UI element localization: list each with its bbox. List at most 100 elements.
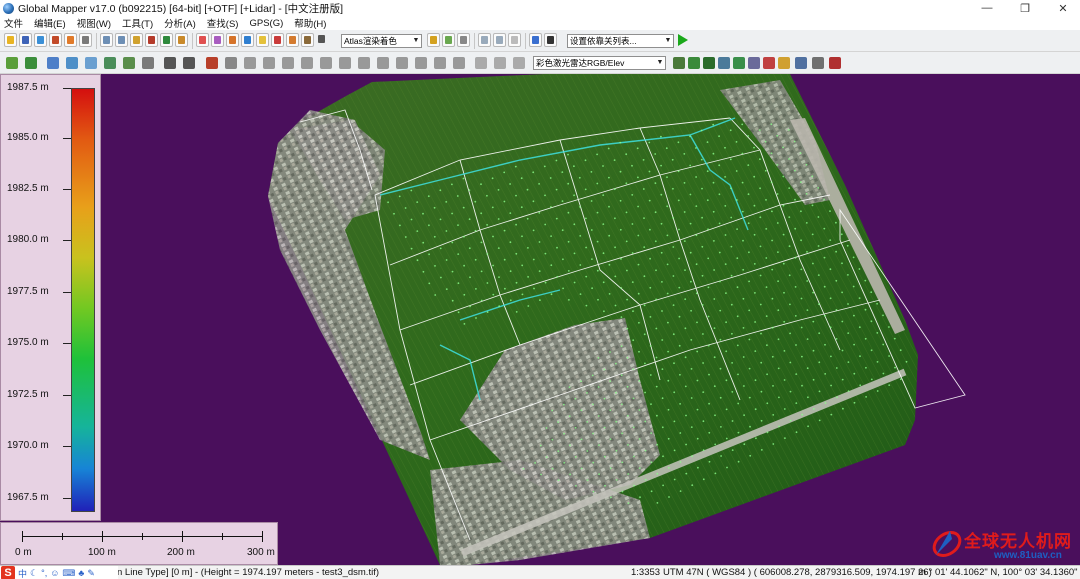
- zoom-in-icon[interactable]: [100, 33, 113, 47]
- crop-icon[interactable]: [337, 55, 353, 71]
- ime-skin-icon[interactable]: ♣: [78, 568, 84, 578]
- sogou-icon[interactable]: S: [1, 566, 15, 579]
- gps-target-icon[interactable]: [529, 33, 542, 47]
- survey-point: [748, 251, 750, 254]
- survey-point: [462, 206, 465, 209]
- create-rect-icon[interactable]: [102, 55, 118, 71]
- vertex-icon[interactable]: [261, 55, 277, 71]
- shader-select-value: Atlas渲染着色: [344, 36, 397, 46]
- lidar-filter-icon[interactable]: [671, 55, 687, 71]
- snap-icon[interactable]: [242, 55, 258, 71]
- menu-help[interactable]: 帮助(H): [294, 16, 326, 30]
- create-circle-icon[interactable]: [83, 55, 99, 71]
- home-icon[interactable]: [145, 33, 158, 47]
- join-icon[interactable]: [223, 55, 239, 71]
- scale-tick: [222, 533, 223, 540]
- diamond-icon[interactable]: [140, 55, 156, 71]
- create-arc-icon[interactable]: [121, 55, 137, 71]
- ime-keyboard-icon[interactable]: ⌨: [62, 568, 75, 579]
- create-line-icon[interactable]: [45, 55, 61, 71]
- buffer-icon[interactable]: [318, 55, 334, 71]
- lidar-tree-icon[interactable]: [731, 55, 747, 71]
- lidar-profile-icon[interactable]: [776, 55, 792, 71]
- split-icon[interactable]: [204, 55, 220, 71]
- survey-point: [649, 257, 651, 260]
- refresh-icon[interactable]: [160, 33, 173, 47]
- survey-point: [713, 269, 715, 271]
- minimize-button[interactable]: —: [970, 0, 1004, 16]
- lidar-grid-icon[interactable]: [793, 55, 809, 71]
- close-button[interactable]: ✕: [1046, 0, 1080, 16]
- history-icon[interactable]: [511, 55, 527, 71]
- map-view[interactable]: [0, 74, 1080, 565]
- zoom-out-icon[interactable]: [115, 33, 128, 47]
- difference-icon[interactable]: [394, 55, 410, 71]
- maximize-button[interactable]: ❐: [1008, 0, 1042, 16]
- union-icon[interactable]: [356, 55, 372, 71]
- draw-icon[interactable]: [286, 33, 299, 47]
- globe-data-icon[interactable]: [34, 33, 47, 47]
- view-shed-icon[interactable]: [271, 33, 284, 47]
- feature-info-icon[interactable]: [256, 33, 269, 47]
- shader-options-icon[interactable]: [427, 33, 440, 47]
- select-icon[interactable]: [196, 33, 209, 47]
- menu-edit[interactable]: 编辑(E): [34, 16, 66, 30]
- ime-moon-icon[interactable]: ☾: [30, 568, 38, 579]
- lidar-compare-icon[interactable]: [810, 55, 826, 71]
- create-area-icon[interactable]: [64, 55, 80, 71]
- edit-feature-icon[interactable]: [4, 55, 20, 71]
- ime-smile-icon[interactable]: ☺: [50, 568, 59, 578]
- ime-punctuation-icon[interactable]: °,: [41, 568, 47, 578]
- shader-select[interactable]: Atlas渲染着色 ▼: [341, 34, 422, 48]
- create-point-icon[interactable]: [23, 55, 39, 71]
- menu-gps[interactable]: GPS(G): [249, 18, 283, 29]
- pan-icon[interactable]: [130, 33, 143, 47]
- tools-icon[interactable]: [508, 33, 521, 47]
- workspace-icon[interactable]: [49, 33, 62, 47]
- smooth-icon[interactable]: [299, 55, 315, 71]
- measure-icon[interactable]: [211, 33, 224, 47]
- lidar-building-icon[interactable]: [716, 55, 732, 71]
- render-select[interactable]: 彩色激光雷达RGB/Elev ▼: [533, 56, 666, 70]
- ime-toolbar[interactable]: S 中 ☾ °, ☺ ⌨ ♣ ✎: [0, 566, 118, 579]
- lidar-color-icon[interactable]: [761, 55, 777, 71]
- lidar-table-icon[interactable]: [827, 55, 843, 71]
- survey-point: [578, 176, 581, 179]
- contrast-icon[interactable]: [457, 33, 470, 47]
- menu-analysis[interactable]: 分析(A): [164, 16, 196, 30]
- lidar-noise-icon[interactable]: [746, 55, 762, 71]
- save-icon[interactable]: [19, 33, 32, 47]
- play-icon[interactable]: [678, 34, 688, 46]
- print-icon[interactable]: [79, 33, 92, 47]
- overview-icon[interactable]: [493, 33, 506, 47]
- binoculars-icon[interactable]: [316, 33, 329, 47]
- layer-select[interactable]: 设置依靠关列表... ▼: [567, 34, 674, 48]
- north-arrow-icon[interactable]: [544, 33, 557, 47]
- move-icon[interactable]: [162, 55, 178, 71]
- survey-point: [665, 147, 668, 150]
- digitize-icon[interactable]: [226, 33, 239, 47]
- intersect-icon[interactable]: [375, 55, 391, 71]
- label-icon[interactable]: [301, 33, 314, 47]
- trace-icon[interactable]: [413, 55, 429, 71]
- menu-view[interactable]: 视图(W): [77, 16, 111, 30]
- menu-search[interactable]: 查找(S): [207, 16, 239, 30]
- delete-feature-icon[interactable]: [451, 55, 467, 71]
- lighting-icon[interactable]: [442, 33, 455, 47]
- rotate-icon[interactable]: [181, 55, 197, 71]
- undo-icon[interactable]: [473, 55, 489, 71]
- 3d-view-icon[interactable]: [478, 33, 491, 47]
- full-view-icon[interactable]: [175, 33, 188, 47]
- path-profile-icon[interactable]: [241, 33, 254, 47]
- menu-tools[interactable]: 工具(T): [122, 16, 153, 30]
- reshape-icon[interactable]: [280, 55, 296, 71]
- lidar-ground-icon[interactable]: [701, 55, 717, 71]
- export-icon[interactable]: [64, 33, 77, 47]
- redo-icon[interactable]: [492, 55, 508, 71]
- menu-file[interactable]: 文件: [4, 16, 23, 30]
- lidar-class-icon[interactable]: [686, 55, 702, 71]
- ime-tools-icon[interactable]: ✎: [87, 568, 95, 579]
- copy-feature-icon[interactable]: [432, 55, 448, 71]
- ime-chinese-icon[interactable]: 中: [18, 567, 27, 579]
- open-folder-icon[interactable]: [4, 33, 17, 47]
